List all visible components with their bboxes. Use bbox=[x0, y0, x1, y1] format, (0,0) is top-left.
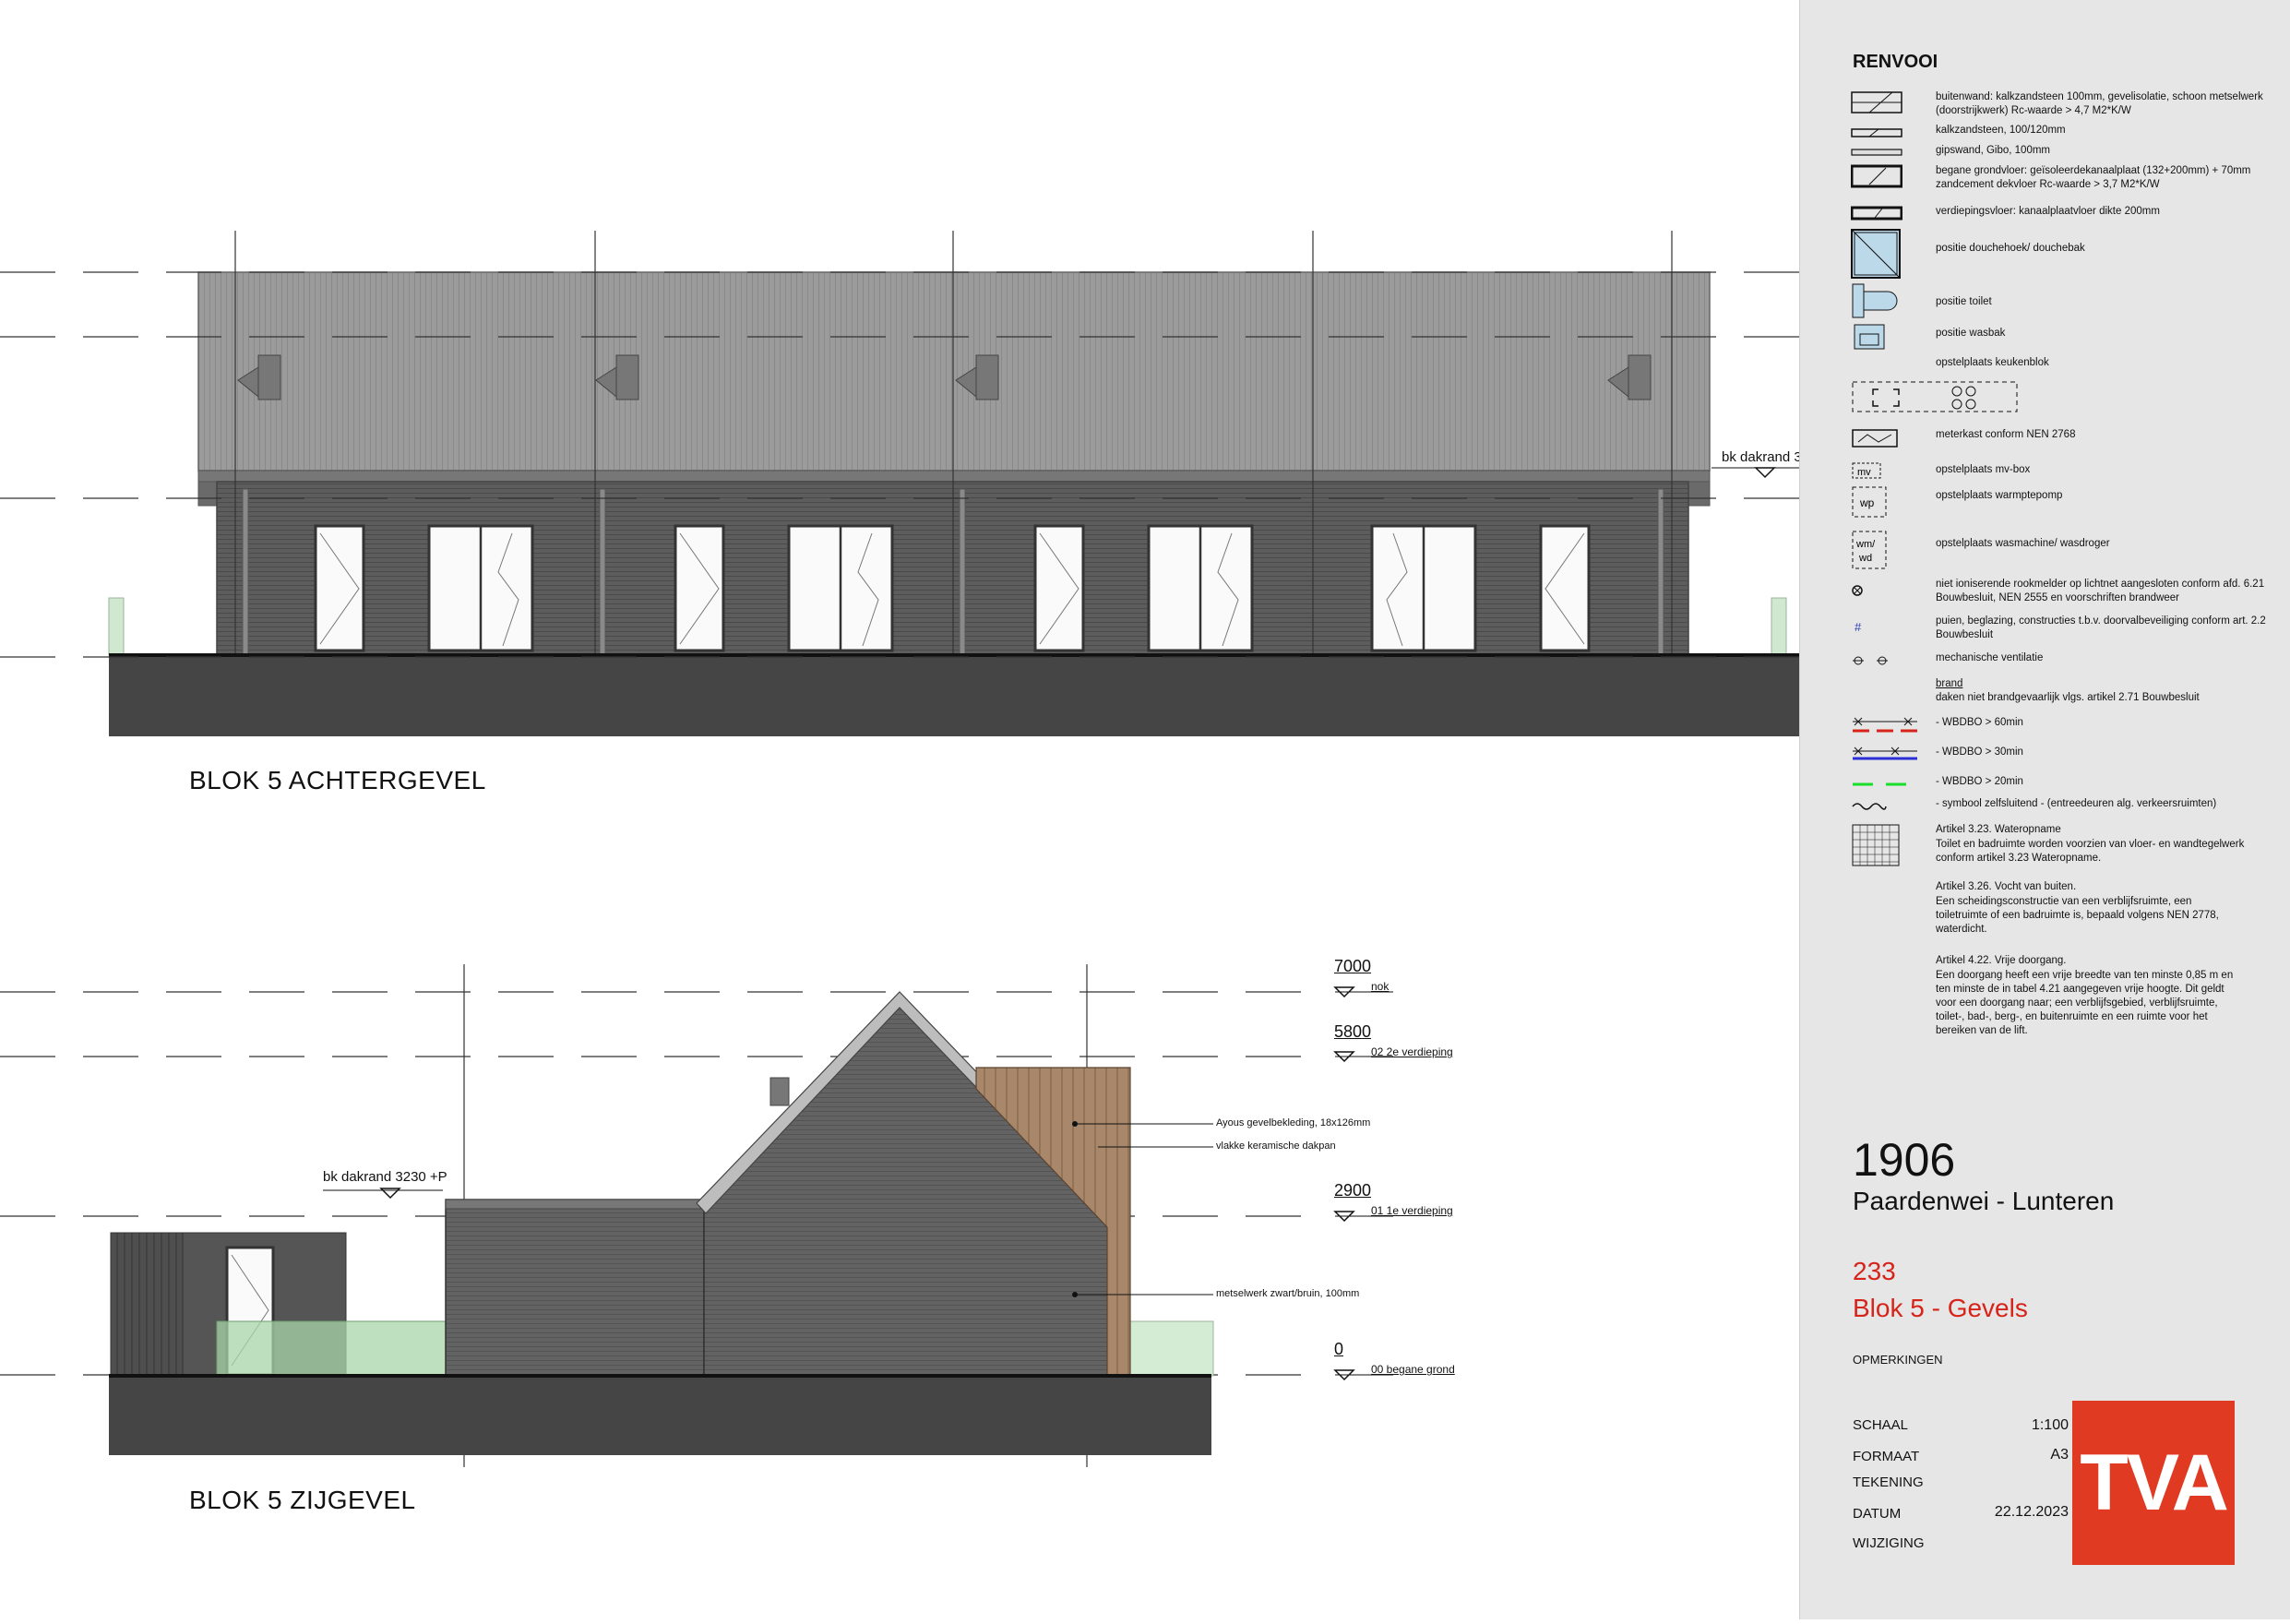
wbdbo-30-icon bbox=[1853, 746, 1917, 760]
elevation-drawing bbox=[0, 231, 1799, 1467]
toilet-icon bbox=[1852, 283, 1898, 318]
level-2e-value: 5800 bbox=[1334, 1022, 1372, 1041]
format-value: A3 bbox=[2050, 1447, 2069, 1463]
meter-cupboard-icon bbox=[1852, 429, 1898, 448]
rear-roof bbox=[197, 271, 1711, 472]
side-ground bbox=[109, 1376, 1211, 1455]
svg-text:mv: mv bbox=[1857, 467, 1871, 478]
drawing-area: bk dakrand 3230 +P BLOK 5 ACHTERGEVEL bk… bbox=[0, 0, 1846, 1619]
level-1e-name: 01 1e verdieping bbox=[1371, 1204, 1453, 1217]
sheet-title: Blok 5 - Gevels bbox=[1853, 1294, 2028, 1322]
note-3-26-body: Een scheidingsconstructie van een verbli… bbox=[1936, 896, 2219, 935]
ground-floor-icon bbox=[1851, 164, 1902, 188]
legend-item: meterkast conform NEN 2768 bbox=[1851, 426, 2284, 454]
scale-label: SCHAAL bbox=[1853, 1417, 1909, 1433]
legend-item: mechanische ventilatie bbox=[1851, 650, 2284, 677]
annotation-masonry: metselwerk zwart/bruin, 100mm bbox=[1216, 1288, 1360, 1299]
smoke-detector-icon bbox=[1852, 585, 1863, 596]
note-4-22-body: Een doorgang heeft een vrije breedte van… bbox=[1936, 970, 2234, 1036]
self-closing-icon bbox=[1852, 803, 1887, 810]
rear-gutter bbox=[197, 470, 1711, 483]
level-bg-name: 00 begane grond bbox=[1371, 1363, 1455, 1376]
scale-value: 1:100 bbox=[2031, 1417, 2069, 1433]
legend-item: begane grondvloer: geïsoleerdekanaalplaa… bbox=[1851, 164, 2284, 192]
tile-grid-icon bbox=[1852, 824, 1900, 866]
level-nok-name: nok bbox=[1371, 980, 1390, 993]
legend-item: Artikel 3.23. Wateropname Toilet en badr… bbox=[1851, 823, 2284, 871]
legend-item: opstelplaats keukenblok bbox=[1851, 356, 2284, 415]
side-level-label: bk dakrand 3230 +P bbox=[323, 1169, 447, 1185]
legend-item: - WBDBO > 60min bbox=[1851, 714, 2284, 742]
date-value: 22.12.2023 bbox=[1994, 1504, 2069, 1520]
legend-item: # puien, beglazing, constructies t.b.v. … bbox=[1851, 615, 2284, 648]
washer-dryer-icon: wm/wd bbox=[1852, 531, 1887, 569]
date-label: DATUM bbox=[1853, 1506, 1902, 1522]
level-bg-value: 0 bbox=[1334, 1340, 1344, 1358]
legend-item: positie douchehoek/ douchebak bbox=[1851, 229, 2284, 281]
project-number: 1906 bbox=[1853, 1134, 1956, 1186]
side-gable bbox=[703, 997, 1113, 1377]
legend-item: buitenwand: kalkzandsteen 100mm, gevelis… bbox=[1851, 90, 2284, 118]
sheet-number: 233 bbox=[1853, 1257, 1896, 1285]
svg-text:wd: wd bbox=[1858, 553, 1872, 564]
legend-item: mv opstelplaats mv-box bbox=[1851, 460, 2284, 487]
format-label: FORMAAT bbox=[1853, 1449, 1920, 1464]
revision-label: WIJZIGING bbox=[1853, 1535, 1925, 1551]
legend-item: wm/wd opstelplaats wasmachine/ wasdroger bbox=[1851, 530, 2284, 570]
kitchen-icon bbox=[1852, 381, 2018, 412]
rear-view-title: BLOK 5 ACHTERGEVEL bbox=[189, 766, 486, 794]
note-4-22-title: Artikel 4.22. Vrije doorgang. bbox=[1936, 955, 2067, 966]
rear-elevation bbox=[0, 231, 1799, 736]
annotation-rooftile: vlakke keramische dakpan bbox=[1216, 1140, 1336, 1152]
legend-item: niet ioniserende rookmelder op lichtnet … bbox=[1851, 578, 2284, 611]
legend-item: - WBDBO > 30min bbox=[1851, 744, 2284, 771]
legend-item: - symbool zelfsluitend - (entreedeuren a… bbox=[1851, 795, 2284, 823]
svg-text:wp: wp bbox=[1859, 496, 1875, 509]
ventilation-icon bbox=[1853, 656, 1888, 665]
note-3-26-title: Artikel 3.26. Vocht van buiten. bbox=[1936, 881, 2077, 892]
legend-item: positie toilet bbox=[1851, 282, 2284, 321]
legend-item: wp opstelplaats warmptepomp bbox=[1851, 485, 2284, 519]
annotation-cladding: Ayous gevelbekleding, 18x126mm bbox=[1216, 1117, 1371, 1128]
burglary-icon: # bbox=[1855, 620, 1862, 634]
mv-box-icon: mv bbox=[1852, 462, 1881, 479]
heat-pump-icon: wp bbox=[1852, 486, 1887, 518]
shower-icon bbox=[1851, 229, 1901, 279]
level-2e-name: 02 2e verdieping bbox=[1371, 1045, 1453, 1058]
remarks-label: OPMERKINGEN bbox=[1853, 1353, 1943, 1367]
level-1e-value: 2900 bbox=[1334, 1181, 1372, 1200]
washbasin-icon bbox=[1854, 324, 1885, 350]
side-view-title: BLOK 5 ZIJGEVEL bbox=[189, 1486, 416, 1514]
svg-text:wm/: wm/ bbox=[1855, 539, 1876, 550]
legend-item: positie wasbak bbox=[1851, 323, 2284, 351]
wall-hatch-icon bbox=[1851, 91, 1902, 113]
drawing-label: TEKENING bbox=[1853, 1475, 1924, 1490]
legend-title: RENVOOI bbox=[1853, 52, 1938, 72]
wbdbo-60-icon bbox=[1853, 717, 1917, 733]
level-nok-value: 7000 bbox=[1334, 957, 1372, 975]
project-name: Paardenwei - Lunteren bbox=[1853, 1187, 2115, 1215]
rear-ground bbox=[109, 655, 1799, 736]
legend-item: brand daken niet brandgevaarlijk vlgs. a… bbox=[1936, 678, 2200, 703]
tva-logo: TVA bbox=[2072, 1401, 2235, 1565]
side-elevation bbox=[0, 964, 1393, 1467]
